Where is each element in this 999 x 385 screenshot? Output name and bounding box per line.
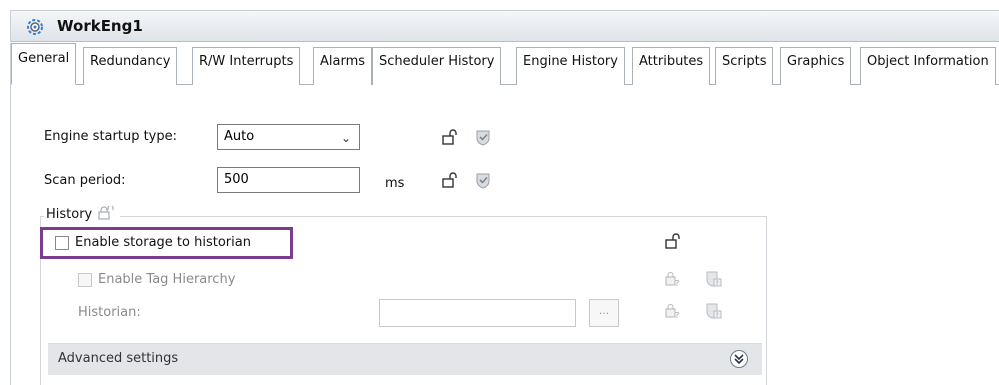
unlocked-padlock-icon[interactable] [664, 232, 682, 250]
history-group-title: History [44, 205, 121, 222]
tab-graphics[interactable]: Graphics [780, 47, 852, 85]
engine-startup-type-value: Auto [224, 129, 255, 144]
tab-scheduler-history[interactable]: Scheduler History [372, 47, 502, 85]
scan-period-unit: ms [385, 176, 405, 191]
tab-engine-history[interactable]: Engine History [516, 47, 625, 85]
tab-attributes[interactable]: Attributes [632, 47, 711, 85]
unlocked-padlock-icon[interactable] [441, 171, 459, 189]
tab-scripts[interactable]: Scripts [715, 47, 774, 85]
scan-period-input[interactable]: 500 [217, 167, 360, 193]
disabled-shield-icon: ? [706, 303, 722, 319]
scan-period-label: Scan period: [44, 173, 126, 188]
enable-tag-hierarchy-label: Enable Tag Hierarchy [98, 272, 236, 287]
unlocked-padlock-icon[interactable] [441, 128, 459, 146]
tab-rw-interrupts[interactable]: R/W Interrupts [192, 47, 301, 85]
tab-redundancy[interactable]: Redundancy [83, 47, 178, 85]
history-title-text: History [46, 207, 93, 222]
tab-strip: General Redundancy R/W Interrupts Alarms… [10, 43, 999, 85]
svg-text:?: ? [716, 312, 719, 319]
shield-check-icon[interactable] [474, 171, 492, 189]
svg-text:?: ? [675, 311, 679, 320]
enable-tag-hierarchy-checkbox[interactable] [78, 273, 92, 287]
enable-storage-checkbox[interactable] [55, 236, 69, 250]
tab-general[interactable]: General [11, 43, 77, 85]
disabled-lock-icon: ? [665, 304, 679, 320]
engine-startup-type-select[interactable]: Auto ⌄ [217, 124, 360, 150]
group-lock-icon [98, 205, 114, 220]
settings-gear-icon [27, 19, 43, 35]
advanced-settings-bar[interactable]: Advanced settings [48, 343, 762, 375]
historian-input[interactable] [379, 299, 576, 327]
historian-browse-button[interactable]: ... [589, 299, 619, 327]
enable-storage-label[interactable]: Enable storage to historian [75, 235, 251, 250]
expand-chevron-icon[interactable] [730, 350, 748, 368]
svg-text:?: ? [716, 280, 719, 287]
historian-label: Historian: [78, 305, 141, 320]
disabled-shield-icon: ? [706, 271, 722, 287]
window-title: WorkEng1 [57, 17, 143, 35]
shield-check-icon[interactable] [474, 128, 492, 146]
tab-alarms[interactable]: Alarms [313, 47, 373, 85]
tab-object-information[interactable]: Object Information [860, 47, 996, 85]
disabled-lock-icon: ? [665, 272, 679, 288]
engine-startup-type-label: Engine startup type: [44, 129, 178, 144]
title-bar: WorkEng1 [10, 10, 999, 42]
svg-text:?: ? [675, 279, 679, 288]
advanced-settings-label: Advanced settings [58, 351, 179, 366]
chevron-down-icon: ⌄ [340, 131, 351, 145]
